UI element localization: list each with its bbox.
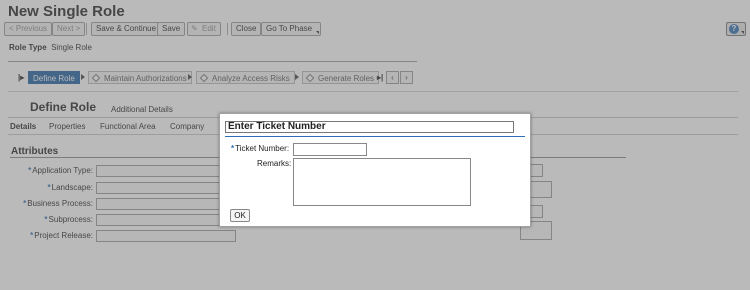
remarks-label: Remarks: [257,159,292,168]
ticket-number-label: *Ticket Number: [231,144,289,153]
ticket-number-input[interactable] [293,143,367,156]
remarks-textarea[interactable] [293,158,471,206]
dialog-title: Enter Ticket Number [225,121,514,133]
dialog-title-underline [225,136,525,137]
ok-button[interactable]: OK [230,209,250,222]
ticket-dialog: Enter Ticket Number *Ticket Number: Rema… [219,113,531,227]
ticket-number-label-text: Ticket Number: [235,144,290,153]
required-icon: * [231,144,235,153]
